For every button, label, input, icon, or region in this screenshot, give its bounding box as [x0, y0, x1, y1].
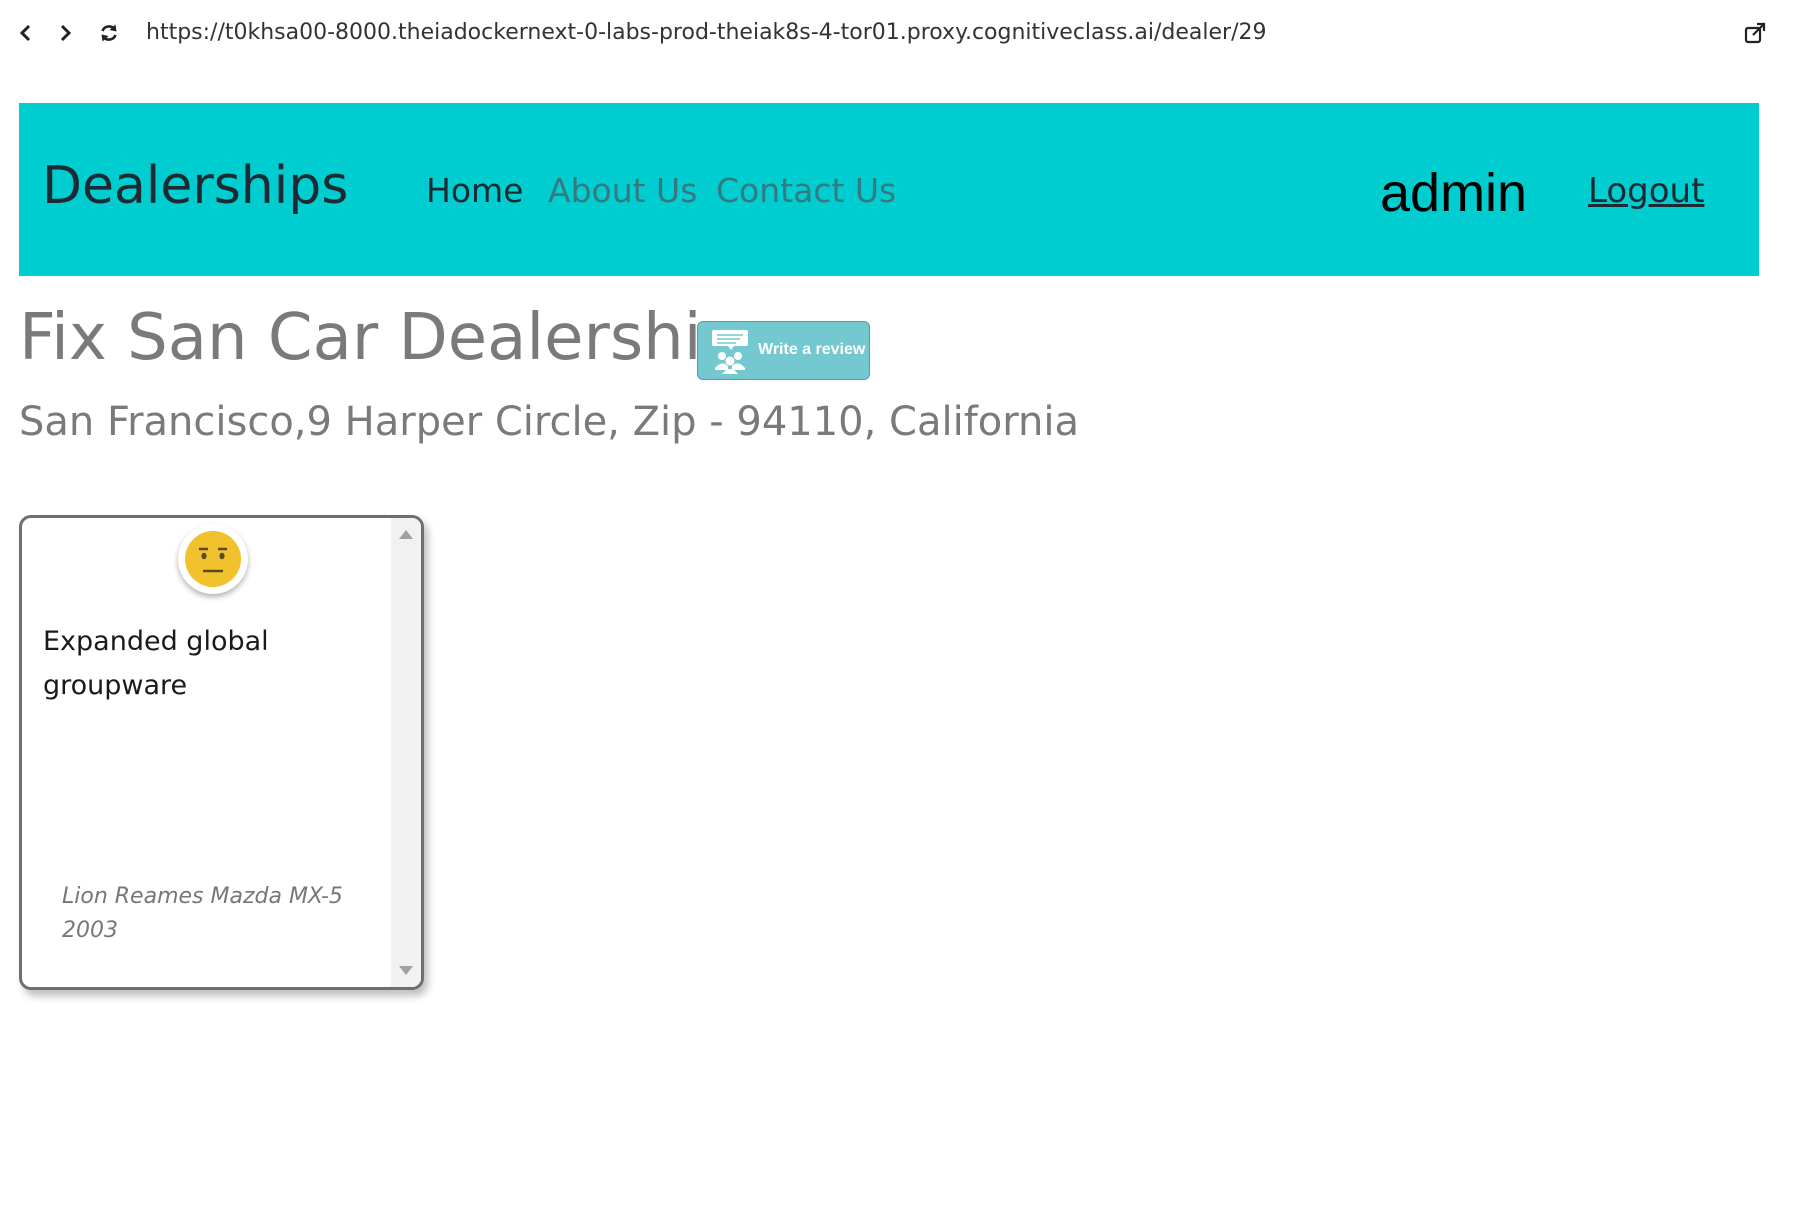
reviewer-info: Lion Reames Mazda MX-5 2003 [62, 884, 343, 943]
scroll-up-arrow-icon[interactable] [399, 530, 413, 539]
open-external-icon [1744, 22, 1766, 44]
neutral-face-icon [185, 531, 241, 587]
address-bar[interactable]: https://t0khsa00-8000.theiadockernext-0-… [146, 18, 1267, 48]
nav-about-link[interactable]: About Us [548, 169, 697, 213]
sentiment-badge [178, 524, 248, 594]
browser-toolbar: https://t0khsa00-8000.theiadockernext-0-… [0, 0, 1800, 66]
card-scrollbar[interactable] [391, 518, 421, 987]
review-card[interactable]: Expanded global groupware Lion Reames Ma… [19, 515, 424, 990]
scroll-down-arrow-icon[interactable] [399, 966, 413, 975]
nav-contact-link[interactable]: Contact Us [716, 169, 896, 213]
back-button[interactable] [10, 18, 40, 48]
reload-button[interactable] [94, 18, 124, 48]
brand-title[interactable]: Dealerships [42, 153, 348, 219]
top-navbar: Dealerships Home About Us Contact Us adm… [19, 103, 1759, 276]
open-external-button[interactable] [1740, 18, 1770, 48]
chevron-right-icon [60, 24, 72, 42]
nav-home-link[interactable]: Home [426, 169, 523, 213]
forward-button[interactable] [51, 18, 81, 48]
logout-link[interactable]: Logout [1588, 169, 1704, 213]
review-text: Expanded global groupware [43, 626, 269, 701]
username-label: admin [1380, 163, 1528, 223]
reload-icon [101, 24, 117, 42]
dealer-name: Fix San Car Dealership [19, 301, 743, 375]
chevron-left-icon [19, 24, 31, 42]
dealer-address: San Francisco,9 Harper Circle, Zip - 941… [19, 399, 1079, 445]
write-review-button[interactable]: Write a review [697, 321, 870, 380]
people-chat-icon [712, 330, 748, 374]
write-review-label: Write a review [758, 341, 866, 358]
